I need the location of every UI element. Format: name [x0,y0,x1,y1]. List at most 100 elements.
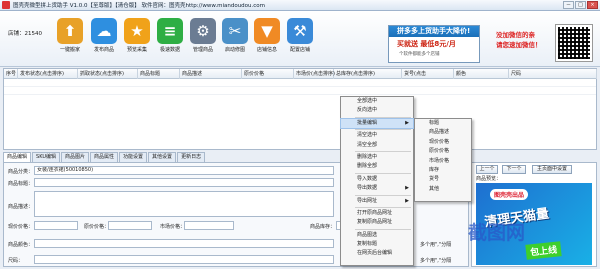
toolbar-button-7[interactable]: ⚒ 配置店铺 [286,14,314,64]
column-header[interactable]: 原价价格 [242,69,294,79]
market-price-label: 市场价格： [160,224,186,230]
upload-icon: ⬆ [57,18,83,44]
column-header[interactable]: 序号 [4,69,18,79]
orig-price-field[interactable] [108,221,152,230]
toolbar-button-4[interactable]: ⚙ 管理商品 [189,14,217,64]
submenu-item[interactable]: 标题 [415,119,471,128]
context-menu-label: 清空选中 [357,132,378,139]
toolbar-label: 预览采集 [126,47,147,53]
submenu-item[interactable]: 货号 [415,175,471,184]
submenu-item[interactable]: 其他 [415,185,471,194]
submenu-item[interactable]: 库存 [415,166,471,175]
close-button[interactable]: × [587,1,598,9]
next-button[interactable]: 下一个 [502,165,526,174]
description-field[interactable] [34,191,334,217]
context-menu-label: 复制标题 [357,241,378,248]
context-menu-item[interactable]: 清空选中 [341,131,413,140]
toolbar: 店铺：21540 ⬆ 一键搬家 ☁ 发布商品 ★ 预览采集 ≡ 极速数据 ⚙ 管理商品 ✂ 启动修图 ▼… [0,11,600,67]
size-label: 尺码： [8,258,24,264]
context-menu-label: 批量编辑 [357,119,378,126]
toolbar-label: 一键搬家 [59,47,80,53]
shop-label: 店铺：21540 [8,31,42,37]
context-menu-item[interactable]: 删除选中 [341,153,413,162]
toolbar-button-1[interactable]: ☁ 发布商品 [90,14,118,64]
context-menu-label: 导出数据 [357,185,378,192]
context-menu-item[interactable]: 批量编辑 ▶ [340,117,414,130]
toolbar-button-2[interactable]: ★ 预览采集 [123,14,151,64]
column-header[interactable]: 颜色 [454,69,509,79]
category-label: 商品分类： [8,169,34,175]
tab-3[interactable]: 商品属性 [90,152,119,162]
title-field[interactable] [34,178,334,187]
context-menu-item[interactable]: 商品图选 [341,231,413,240]
context-menu-label: 导入数据 [357,175,378,182]
column-header[interactable]: 商品标题 [138,69,180,79]
context-menu-item[interactable]: 导出数据 ▶ [341,184,413,193]
context-menu-item[interactable]: 删除全部 [341,162,413,171]
stock-label: 商品库存： [310,224,336,230]
context-menu-label: 商品图选 [357,231,378,238]
promo-banner[interactable]: 拼多多上货助手大降价! 买就送 最低8元/月 个软件都能多个店铺 [388,25,480,63]
table-row[interactable] [4,79,596,87]
toolbar-label: 店铺信息 [256,47,277,53]
toolbar-label: 极速数据 [159,47,180,53]
tab-5[interactable]: 其他设置 [148,152,177,162]
maximize-button[interactable]: □ [575,1,586,9]
banner-head: 拼多多上货助手大降价! [389,26,479,37]
menu-separator [355,228,411,230]
context-menu-item[interactable]: 导出网址 ▶ [341,197,413,206]
price-label: 现价价格： [8,224,34,230]
table-row[interactable] [4,87,596,95]
submenu-item[interactable]: 市场价格 [415,157,471,166]
market-price-field[interactable] [184,221,234,230]
app-icon [2,1,10,9]
prev-button[interactable]: 上一个 [476,165,498,174]
product-table: 序号 发布状态(点击排序) 抓取状态(点击排序) 商品标题 商品描述 原价价格 市场价(点击… [3,68,597,150]
column-header[interactable]: 商品描述 [180,69,242,79]
column-header[interactable]: 抓取状态(点击排序) [78,69,138,79]
submenu-item[interactable]: 现价价格 [415,138,471,147]
gear-icon: ⚙ [190,18,216,44]
context-menu-label: 删除全部 [357,163,378,170]
context-menu-item[interactable]: 复制原商品网址 [341,218,413,227]
size-field[interactable] [34,255,334,264]
layers-icon: ≡ [157,18,183,44]
column-header[interactable]: 尺码 [509,69,597,79]
tab-0[interactable]: 商品编辑 [3,152,32,162]
category-field[interactable]: 女装/连衣裙(50010850) [34,166,334,175]
submenu-arrow-icon: ▶ [405,197,409,204]
edit-page-button[interactable]: 主页面中设置 [532,165,572,174]
tab-2[interactable]: 商品图片 [61,152,90,162]
tab-1[interactable]: SKU编辑 [32,152,60,162]
column-header[interactable]: 货号(点击 [402,69,454,79]
toolbar-label: 管理商品 [192,47,213,53]
price-field[interactable] [34,221,78,230]
toolbar-button-5[interactable]: ✂ 启动修图 [221,14,249,64]
title-label: 商品标题： [8,181,34,187]
column-header[interactable]: 发布状态(点击排序) [18,69,78,79]
context-menu-item[interactable]: 打开原商品网址 [341,209,413,218]
context-menu-item[interactable]: 全部选中 [341,97,413,106]
context-menu-label: 导出网址 [357,197,378,204]
context-menu-label: 打开原商品网址 [357,209,393,216]
context-menu-item[interactable]: 反向选中 [341,106,413,115]
context-menu-item[interactable]: 在网页后台编辑 [341,249,413,258]
column-header[interactable]: 总库存(点击排序) [334,69,402,79]
submenu-item[interactable]: 原价价格 [415,147,471,156]
context-menu-item[interactable]: 复制标题 [341,240,413,249]
column-header[interactable]: 市场价(点击排序) [294,69,335,79]
tab-4[interactable]: 功能设置 [119,152,148,162]
toolbar-button-3[interactable]: ≡ 极速数据 [156,14,184,64]
minimize-button[interactable]: － [563,1,574,9]
toolbar-label: 发布商品 [93,47,114,53]
size-hint: 多个用","分隔 [420,258,452,264]
submenu-item[interactable]: 商品描述 [415,128,471,137]
tab-6[interactable]: 更新日志 [177,152,206,162]
toolbar-button-0[interactable]: ⬆ 一键搬家 [56,14,84,64]
context-menu-item[interactable]: 清空全部 [341,141,413,150]
preview-title: 商品预览： [476,176,502,182]
context-menu-item[interactable]: 导入数据 [341,175,413,184]
preview-panel: 上一个 下一个 主页面中设置 商品预览： 图壳壳出品 清理天猫量 包上线 [471,162,597,267]
toolbar-button-6[interactable]: ▼ 店铺信息 [253,14,281,64]
color-field[interactable] [34,239,334,248]
